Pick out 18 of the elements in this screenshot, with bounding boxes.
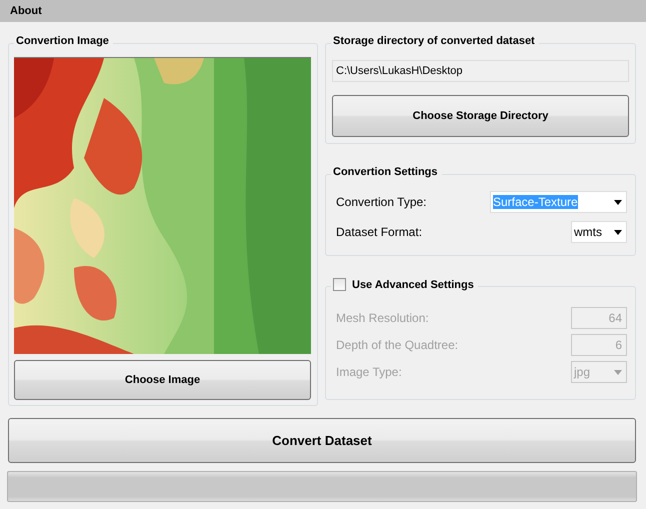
checkbox[interactable] <box>333 278 346 291</box>
convert-button[interactable]: Convert Dataset <box>8 418 636 463</box>
field-label: Convertion Type: <box>336 195 426 209</box>
path-field[interactable]: C:\Users\LukasH\Desktop <box>332 60 629 82</box>
window-title: About <box>10 5 42 17</box>
caret-icon <box>614 370 622 374</box>
group-title: Convertion Settings <box>333 166 438 178</box>
choose-image-button[interactable]: Choose Image <box>14 360 311 400</box>
field-label: Dataset Format: <box>336 225 422 239</box>
group-title: Convertion Image <box>16 35 109 47</box>
caret-icon <box>614 200 622 204</box>
choose-directory-button[interactable]: Choose Storage Directory <box>332 95 629 137</box>
field-label: Image Type: <box>336 365 402 379</box>
dropdown[interactable]: wmts <box>571 221 627 243</box>
field-label: Depth of the Quadtree: <box>336 338 458 352</box>
field-label: Mesh Resolution: <box>336 311 429 325</box>
caret-icon <box>614 230 622 234</box>
group-title: Storage directory of converted dataset <box>333 35 535 47</box>
